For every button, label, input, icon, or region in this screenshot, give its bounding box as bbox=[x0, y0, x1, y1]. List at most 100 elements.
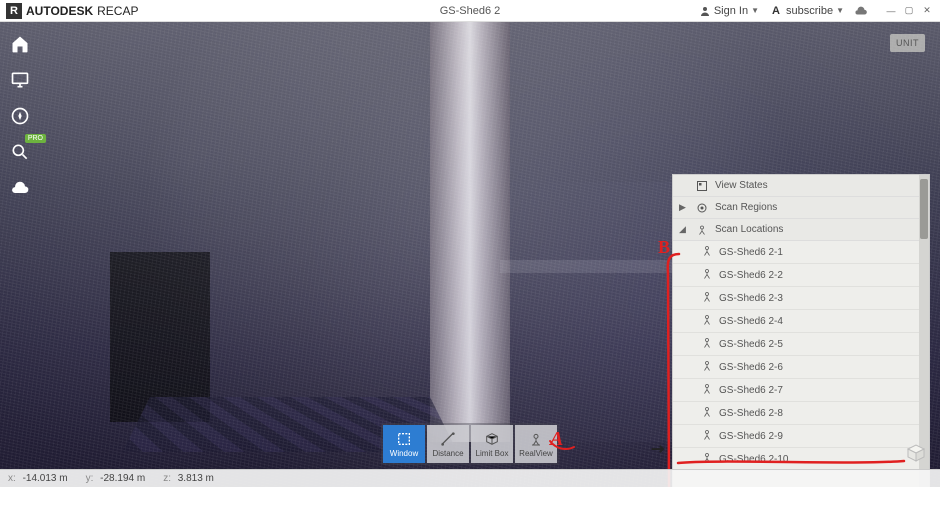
scan-location-item[interactable]: GS-Shed6 2-5 bbox=[673, 333, 919, 356]
scan-locations-label: Scan Locations bbox=[715, 224, 783, 235]
cloud-button[interactable] bbox=[8, 176, 32, 200]
scan-item-label: GS-Shed6 2-2 bbox=[719, 270, 783, 281]
view-states-label: View States bbox=[715, 180, 768, 191]
tripod-icon bbox=[701, 337, 713, 352]
view-cube[interactable] bbox=[904, 441, 928, 465]
tripod-icon bbox=[701, 245, 713, 260]
project-browser-panel: View States ▶ Scan Regions ◢ Scan Locati… bbox=[672, 174, 930, 487]
coord-z-label: z: bbox=[163, 473, 171, 484]
compass-button[interactable] bbox=[8, 104, 32, 128]
coord-x-label: x: bbox=[8, 473, 16, 484]
autodesk-a-icon: A bbox=[769, 4, 783, 18]
titlebar-right: Sign In ▼ A subscribe ▼ — ▢ ✕ bbox=[699, 4, 934, 18]
brand-name: RECAP bbox=[97, 4, 138, 18]
cube-icon bbox=[904, 441, 928, 465]
scan-item-label: GS-Shed6 2-7 bbox=[719, 385, 783, 396]
distance-tool-label: Distance bbox=[432, 449, 463, 458]
realview-tool-button[interactable]: RealView bbox=[515, 425, 557, 463]
bottom-toolbar: Window Distance Limit Box RealView bbox=[381, 423, 559, 465]
scan-location-item[interactable]: GS-Shed6 2-10 bbox=[673, 448, 919, 471]
search-button[interactable]: PRO bbox=[8, 140, 32, 164]
subscribe-label: subscribe bbox=[786, 5, 833, 17]
panel-section-scan-regions[interactable]: ▶ Scan Regions bbox=[673, 197, 919, 219]
scan-item-label: GS-Shed6 2-9 bbox=[719, 431, 783, 442]
brand-prefix: AUTODESK bbox=[26, 4, 93, 18]
scan-regions-label: Scan Regions bbox=[715, 202, 777, 213]
coord-y-label: y: bbox=[86, 473, 94, 484]
cloud-icon bbox=[854, 6, 868, 16]
limitbox-tool-label: Limit Box bbox=[476, 449, 509, 458]
project-title: GS-Shed6 2 bbox=[440, 5, 501, 17]
home-icon bbox=[10, 34, 30, 54]
scan-location-item[interactable]: GS-Shed6 2-2 bbox=[673, 264, 919, 287]
window-tool-button[interactable]: Window bbox=[383, 425, 425, 463]
scan-item-label: GS-Shed6 2-5 bbox=[719, 339, 783, 350]
scan-item-label: GS-Shed6 2-1 bbox=[719, 247, 783, 258]
scan-item-label: GS-Shed6 2-8 bbox=[719, 408, 783, 419]
scan-item-label: GS-Shed6 2-3 bbox=[719, 293, 783, 304]
coord-y-value: -28.194 m bbox=[100, 473, 145, 484]
tripod-icon bbox=[701, 314, 713, 329]
realview-icon bbox=[527, 430, 545, 448]
home-button[interactable] bbox=[8, 32, 32, 56]
panel-section-scan-locations[interactable]: ◢ Scan Locations bbox=[673, 219, 919, 241]
scan-location-item[interactable]: GS-Shed6 2-4 bbox=[673, 310, 919, 333]
brand: R AUTODESK RECAP bbox=[6, 3, 138, 19]
limitbox-tool-button[interactable]: Limit Box bbox=[471, 425, 513, 463]
close-button[interactable]: ✕ bbox=[920, 4, 934, 18]
tripod-icon bbox=[701, 291, 713, 306]
scan-location-item[interactable]: GS-Shed6 2-1 bbox=[673, 241, 919, 264]
chevron-down-icon: ▼ bbox=[836, 6, 844, 15]
panel-section-view-states[interactable]: View States bbox=[673, 175, 919, 197]
tripod-icon bbox=[701, 406, 713, 421]
display-button[interactable] bbox=[8, 68, 32, 92]
scan-regions-icon bbox=[695, 201, 709, 215]
signin-button[interactable]: Sign In ▼ bbox=[699, 5, 759, 17]
scan-locations-icon bbox=[695, 223, 709, 237]
scan-location-item[interactable]: GS-Shed6 2-6 bbox=[673, 356, 919, 379]
view-states-icon bbox=[695, 179, 709, 193]
tripod-icon bbox=[701, 429, 713, 444]
realview-tool-label: RealView bbox=[519, 449, 553, 458]
viewport[interactable]: PRO UNIT Window Distance Limit Box bbox=[0, 22, 940, 487]
tripod-icon bbox=[701, 452, 713, 467]
person-icon bbox=[699, 5, 711, 17]
coord-z-value: 3.813 m bbox=[178, 473, 214, 484]
scan-location-item[interactable]: GS-Shed6 2-3 bbox=[673, 287, 919, 310]
autodesk-logo-icon: R bbox=[6, 3, 22, 19]
scan-item-label: GS-Shed6 2-6 bbox=[719, 362, 783, 373]
coord-z: z: 3.813 m bbox=[163, 473, 214, 484]
tripod-icon bbox=[701, 268, 713, 283]
minimize-button[interactable]: — bbox=[884, 4, 898, 18]
expand-arrow-icon: ◢ bbox=[679, 224, 689, 235]
distance-tool-button[interactable]: Distance bbox=[427, 425, 469, 463]
window-controls: — ▢ ✕ bbox=[884, 4, 934, 18]
unit-chip[interactable]: UNIT bbox=[890, 34, 925, 52]
collapse-arrow-icon: ▶ bbox=[679, 202, 689, 213]
scan-location-item[interactable]: GS-Shed6 2-7 bbox=[673, 379, 919, 402]
panel-body: View States ▶ Scan Regions ◢ Scan Locati… bbox=[673, 175, 919, 487]
monitor-icon bbox=[10, 70, 30, 90]
signin-label: Sign In bbox=[714, 5, 748, 17]
pro-badge: PRO bbox=[25, 134, 46, 143]
left-toolbar: PRO bbox=[8, 32, 32, 200]
subscribe-button[interactable]: A subscribe ▼ bbox=[769, 4, 844, 18]
scan-location-item[interactable]: GS-Shed6 2-8 bbox=[673, 402, 919, 425]
cloud-sync-button[interactable] bbox=[854, 6, 868, 16]
scene-column bbox=[430, 22, 510, 442]
window-selection-icon bbox=[395, 430, 413, 448]
scan-item-label: GS-Shed6 2-10 bbox=[719, 454, 789, 465]
magnifier-icon bbox=[10, 142, 30, 162]
tripod-icon bbox=[701, 360, 713, 375]
scan-location-item[interactable]: GS-Shed6 2-9 bbox=[673, 425, 919, 448]
chevron-down-icon: ▼ bbox=[751, 6, 759, 15]
tripod-icon bbox=[701, 383, 713, 398]
window-tool-label: Window bbox=[390, 449, 418, 458]
titlebar: R AUTODESK RECAP GS-Shed6 2 Sign In ▼ A … bbox=[0, 0, 940, 22]
cloud-icon bbox=[10, 178, 30, 198]
scan-list: GS-Shed6 2-1 GS-Shed6 2-2 GS-Shed6 2-3 GS-S… bbox=[673, 241, 919, 471]
maximize-button[interactable]: ▢ bbox=[902, 4, 916, 18]
scrollbar-thumb[interactable] bbox=[920, 179, 928, 239]
coordinate-bar: x: -14.013 m y: -28.194 m z: 3.813 m bbox=[0, 469, 940, 487]
coord-y: y: -28.194 m bbox=[86, 473, 146, 484]
